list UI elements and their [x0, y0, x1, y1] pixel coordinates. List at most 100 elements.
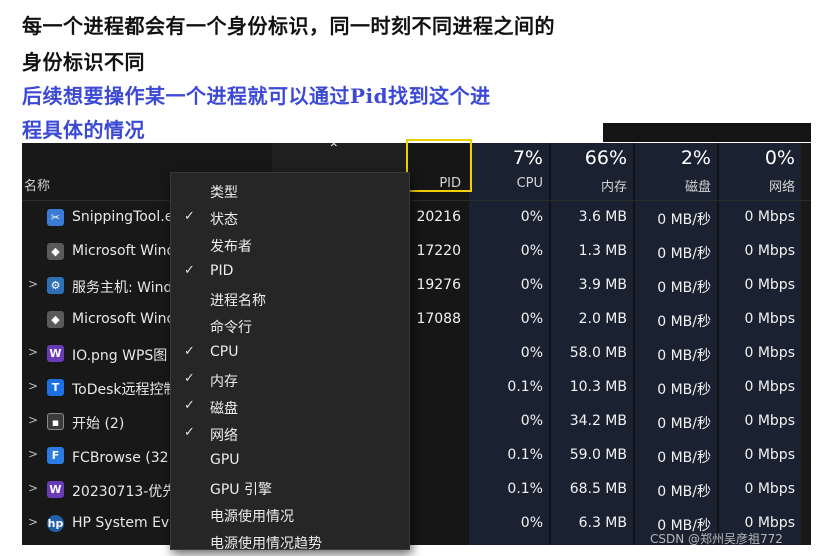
watermark: CSDN @郑州吴彦祖772 — [650, 532, 783, 546]
menu-item-process-name[interactable]: 进程名称 — [171, 286, 409, 313]
column-header-disk[interactable]: 磁盘 — [635, 176, 711, 195]
process-name: ToDesk远程控制 — [72, 382, 172, 398]
process-disk: 0 MB/秒 — [657, 382, 711, 398]
menu-item-network[interactable]: ✓ 网络 — [171, 421, 409, 448]
process-cpu: 0% — [520, 345, 543, 361]
table-row[interactable]: ◆ Microsoft Wind 17088 0% 2.0 MB 0 MB/秒 … — [22, 303, 811, 337]
menu-item-label: 状态 — [210, 212, 238, 228]
menu-item-type[interactable]: 类型 — [171, 178, 409, 205]
menu-item-gpu[interactable]: GPU — [171, 448, 409, 475]
note-line-3: 后续想要操作某一个进程就可以通过Pid找到这个进 — [22, 84, 491, 108]
menu-item-status[interactable]: ✓ 状态 — [171, 205, 409, 232]
checkmark-icon: ✓ — [184, 398, 195, 413]
process-cpu: 0.1% — [507, 481, 543, 497]
menu-item-label: GPU — [210, 452, 240, 468]
menu-item-memory[interactable]: ✓ 内存 — [171, 367, 409, 394]
menu-item-label: PID — [210, 263, 234, 279]
table-row[interactable]: > W 20230713-优先 0.1% 68.5 MB 0 MB/秒 0 Mb… — [22, 473, 811, 507]
table-row[interactable]: > ▪ 开始 (2) 0% 34.2 MB 0 MB/秒 0 Mbps — [22, 405, 811, 439]
menu-item-label: 进程名称 — [210, 293, 266, 309]
expand-chevron-icon[interactable]: > — [28, 481, 38, 495]
menu-item-power-usage-trend[interactable]: 电源使用情况趋势 — [171, 529, 409, 550]
window-top-strip — [603, 123, 811, 142]
table-row[interactable]: > ⚙ 服务主机: Wind 19276 0% 3.9 MB 0 MB/秒 0 … — [22, 269, 811, 303]
sort-caret-icon[interactable]: ⌃ — [328, 143, 340, 157]
process-name: FCBrowse (32 位 — [72, 450, 172, 466]
table-row[interactable]: > F FCBrowse (32 位 0.1% 59.0 MB 0 MB/秒 0… — [22, 439, 811, 473]
process-network: 0 Mbps — [744, 515, 795, 531]
process-network: 0 Mbps — [744, 481, 795, 497]
process-name: 20230713-优先 — [72, 484, 172, 500]
todesk-icon: T — [47, 379, 64, 396]
process-name: IO.png WPS图 — [72, 348, 168, 364]
menu-item-label: 发布者 — [210, 239, 252, 255]
column-header-network[interactable]: 网络 — [719, 176, 795, 195]
process-pid: 17220 — [416, 243, 461, 259]
menu-item-publisher[interactable]: 发布者 — [171, 232, 409, 259]
process-disk: 0 MB/秒 — [657, 314, 711, 330]
menu-item-label: 类型 — [210, 185, 238, 201]
process-memory: 58.0 MB — [569, 345, 627, 361]
table-row[interactable]: ✂ SnippingTool.e 20216 0% 3.6 MB 0 MB/秒 … — [22, 201, 811, 235]
expand-chevron-icon[interactable]: > — [28, 413, 38, 427]
wps-icon: W — [47, 345, 64, 362]
menu-item-power-usage[interactable]: 电源使用情况 — [171, 502, 409, 529]
menu-item-cpu[interactable]: ✓ CPU — [171, 340, 409, 367]
process-pid: 17088 — [416, 311, 461, 327]
column-context-menu: 类型 ✓ 状态 发布者 ✓ PID 进程名称 命令行 ✓ CPU ✓ 内存 ✓ … — [170, 172, 410, 550]
process-memory: 6.3 MB — [578, 515, 627, 531]
note-line-2: 身份标识不同 — [22, 50, 145, 74]
process-network: 0 Mbps — [744, 209, 795, 225]
menu-item-disk[interactable]: ✓ 磁盘 — [171, 394, 409, 421]
process-disk: 0 MB/秒 — [657, 348, 711, 364]
network-percent: 0% — [764, 147, 795, 169]
expand-chevron-icon[interactable]: > — [28, 515, 38, 529]
table-row[interactable]: > W IO.png WPS图 0% 58.0 MB 0 MB/秒 0 Mbps — [22, 337, 811, 371]
table-row[interactable]: ◆ Microsoft Wind 17220 0% 1.3 MB 0 MB/秒 … — [22, 235, 811, 269]
expand-chevron-icon[interactable]: > — [28, 379, 38, 393]
checkmark-icon: ✓ — [184, 263, 195, 278]
menu-item-label: 命令行 — [210, 320, 252, 336]
menu-item-label: 网络 — [210, 428, 238, 444]
expand-chevron-icon[interactable]: > — [28, 277, 38, 291]
table-row[interactable]: > T ToDesk远程控制 0.1% 10.3 MB 0 MB/秒 0 Mbp… — [22, 371, 811, 405]
process-cpu: 0% — [520, 413, 543, 429]
menu-item-label: 电源使用情况 — [210, 509, 294, 525]
menu-item-command-line[interactable]: 命令行 — [171, 313, 409, 340]
menu-item-label: 内存 — [210, 374, 238, 390]
process-memory: 3.6 MB — [578, 209, 627, 225]
microsoft-icon: ◆ — [47, 243, 64, 260]
process-cpu: 0% — [520, 277, 543, 293]
hp-icon: hp — [47, 515, 64, 532]
cpu-percent: 7% — [512, 147, 543, 169]
note-line-1: 每一个进程都会有一个身份标识，同一时刻不同进程之间的 — [22, 14, 555, 38]
process-network: 0 Mbps — [744, 447, 795, 463]
process-cpu: 0% — [520, 209, 543, 225]
disk-percent: 2% — [680, 147, 711, 169]
process-name: Microsoft Wind — [72, 311, 172, 327]
wps-icon: W — [47, 481, 64, 498]
process-network: 0 Mbps — [744, 243, 795, 259]
menu-item-pid[interactable]: ✓ PID — [171, 259, 409, 286]
snipping-tool-icon: ✂ — [47, 209, 64, 226]
process-memory: 10.3 MB — [569, 379, 627, 395]
expand-chevron-icon[interactable]: > — [28, 345, 38, 359]
checkmark-icon: ✓ — [184, 209, 195, 224]
process-network: 0 Mbps — [744, 311, 795, 327]
process-cpu: 0% — [520, 311, 543, 327]
column-header-cpu[interactable]: CPU — [469, 176, 543, 191]
process-cpu: 0% — [520, 515, 543, 531]
column-header-name[interactable]: 名称 — [24, 175, 50, 194]
menu-item-gpu-engine[interactable]: GPU 引擎 — [171, 475, 409, 502]
menu-item-label: 磁盘 — [210, 401, 238, 417]
process-name: SnippingTool.e — [72, 209, 172, 225]
process-memory: 68.5 MB — [569, 481, 627, 497]
column-header-memory[interactable]: 内存 — [551, 176, 627, 195]
menu-item-label: 电源使用情况趋势 — [210, 536, 322, 550]
process-cpu: 0.1% — [507, 447, 543, 463]
expand-chevron-icon[interactable]: > — [28, 447, 38, 461]
checkmark-icon: ✓ — [184, 344, 195, 359]
process-name: 开始 (2) — [72, 416, 125, 432]
pid-highlight-box — [406, 139, 472, 192]
process-disk: 0 MB/秒 — [657, 212, 711, 228]
